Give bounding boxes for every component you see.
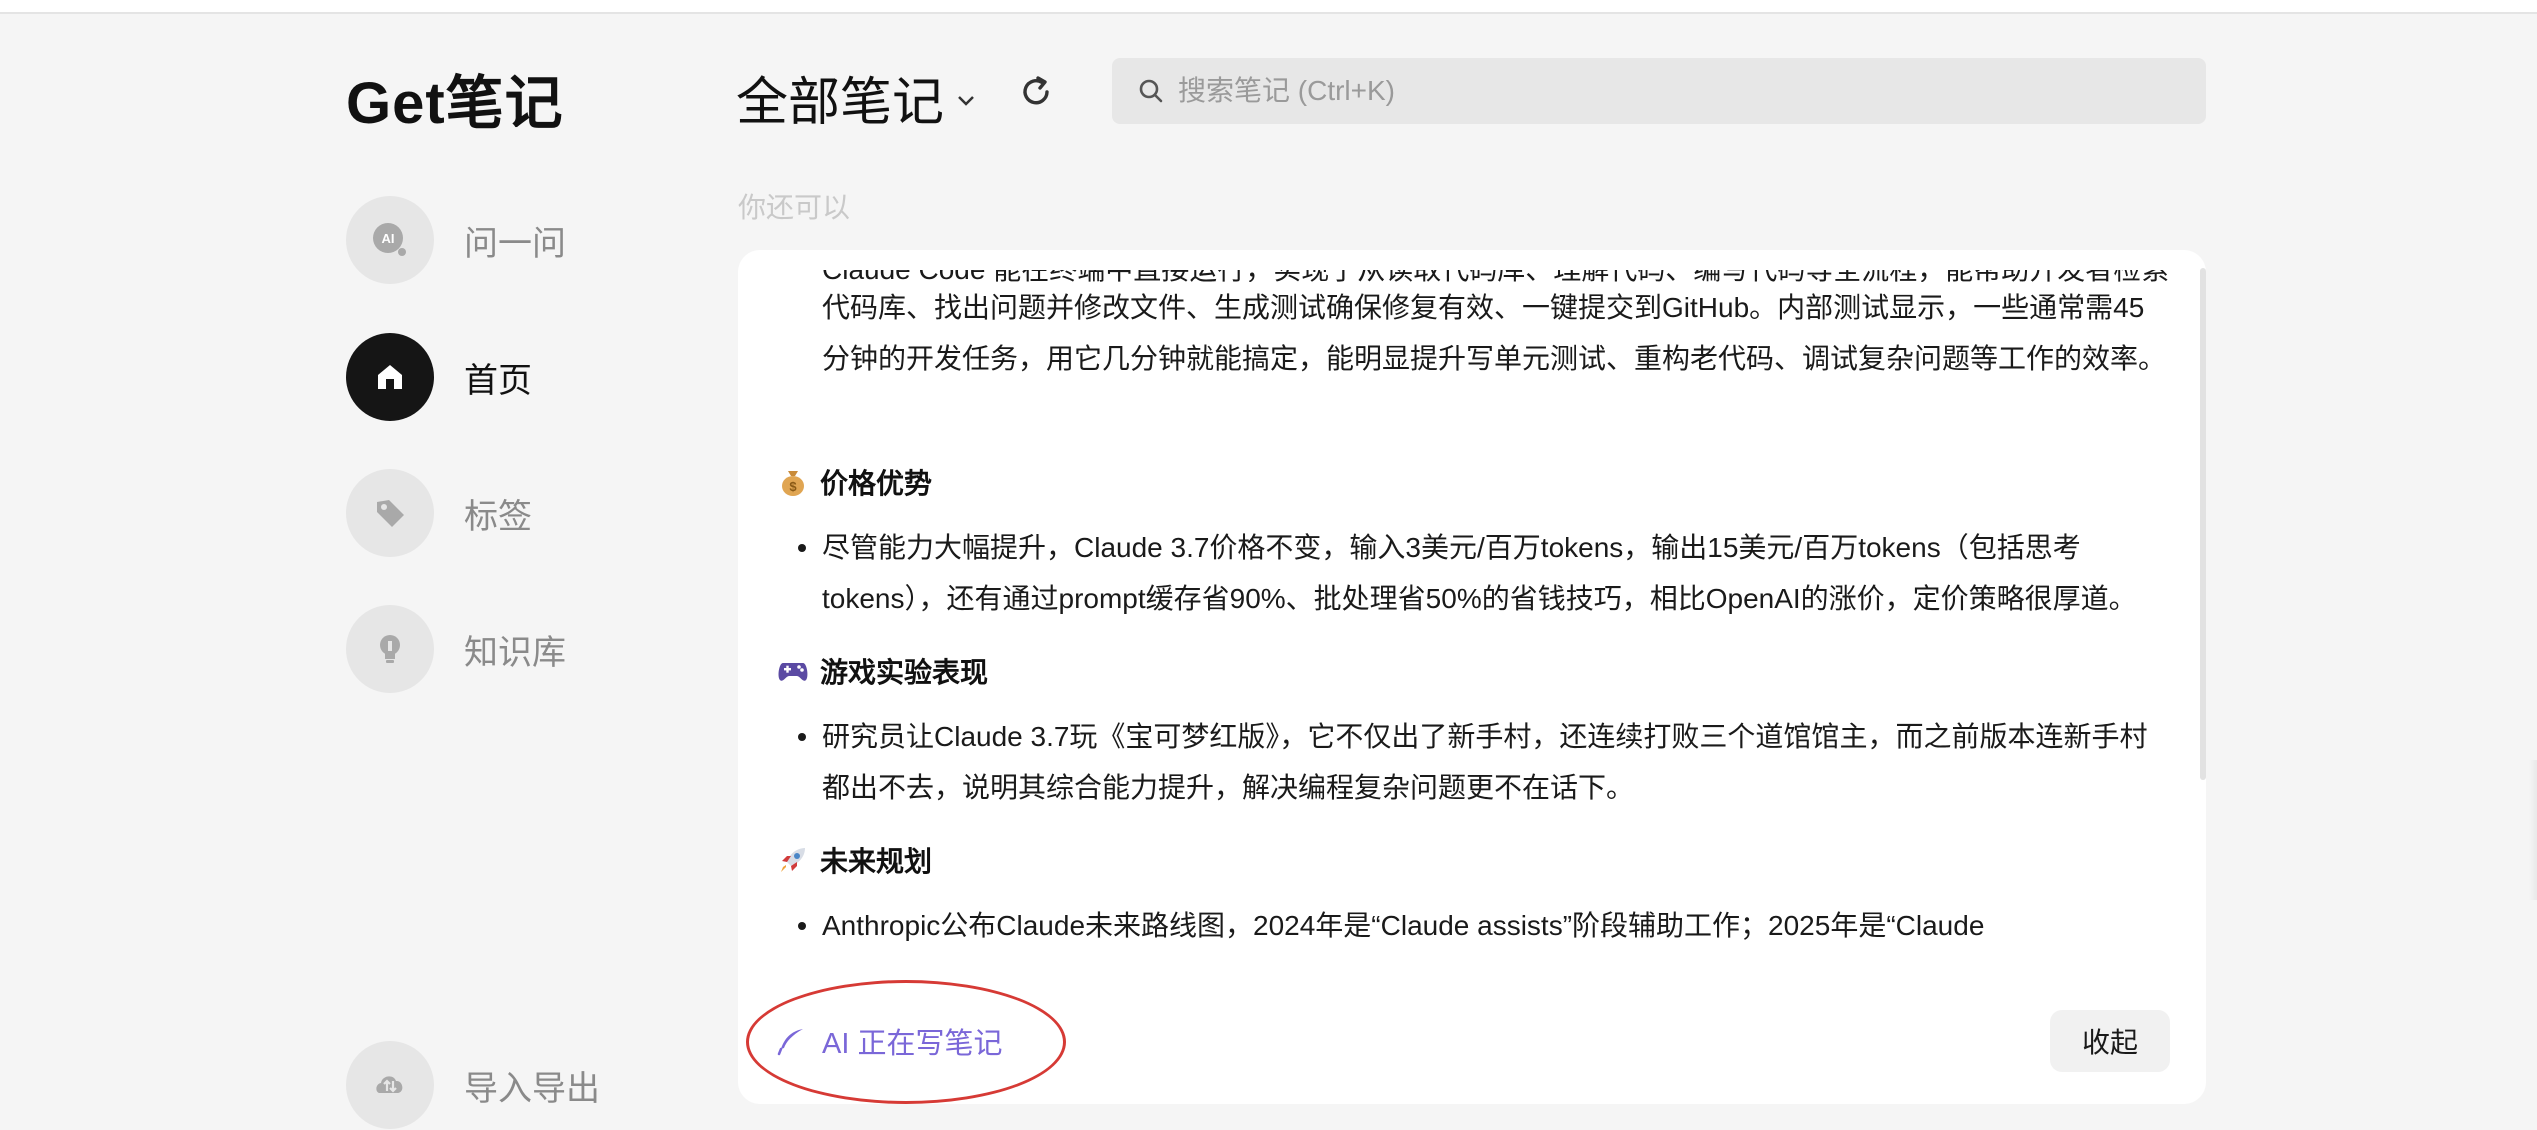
- search-icon: [1139, 79, 1163, 103]
- sidebar-item-tags[interactable]: 标签: [346, 468, 532, 558]
- cut-off-line: Claude Code 能在终端中直接运行，实现了从读取代码库、理解代码、编写代…: [822, 270, 2178, 282]
- section-heading: $ 价格优势: [776, 462, 932, 502]
- sidebar-item-label: 首页: [464, 361, 532, 400]
- ai-status-text: AI 正在写笔记: [822, 1028, 1003, 1060]
- refresh-icon[interactable]: [1014, 70, 1058, 114]
- hint-text: 你还可以: [738, 192, 851, 223]
- quill-pen-icon: [777, 1029, 803, 1056]
- note-paragraph: 代码库、找出问题并修改文件、生成测试确保修复有效、一键提交到GitHub。内部测…: [822, 292, 2167, 374]
- sidebar-item-knowledge[interactable]: 知识库: [346, 604, 566, 694]
- chevron-down-icon: [958, 95, 974, 106]
- search-input[interactable]: [1178, 75, 2138, 107]
- list-item: 研究员让Claude 3.7玩《宝可梦红版》，它不仅出了新手村，还连续打败三个道…: [798, 711, 2168, 813]
- import-export-icon: [346, 1041, 434, 1129]
- search-bar[interactable]: [1112, 58, 2206, 124]
- app-logo[interactable]: Get笔记: [346, 56, 564, 140]
- lightbulb-icon: [346, 605, 434, 693]
- sidebar-item-label: 标签: [464, 497, 532, 536]
- note-card: Claude Code 能在终端中直接运行，实现了从读取代码库、理解代码、编写代…: [738, 250, 2206, 1104]
- money-bag-icon: $: [776, 465, 810, 499]
- list-item: 尽管能力大幅提升，Claude 3.7价格不变，输入3美元/百万tokens，输…: [798, 522, 2168, 624]
- view-selector[interactable]: 全部笔记: [736, 60, 978, 135]
- note-content: Claude Code 能在终端中直接运行，实现了从读取代码库、理解代码、编写代…: [738, 250, 2206, 955]
- game-controller-icon: [776, 654, 810, 688]
- edge-shadow: [2529, 760, 2537, 900]
- sidebar-item-label: 知识库: [464, 633, 566, 672]
- sidebar-item-import-export[interactable]: 导入导出: [346, 1040, 600, 1130]
- sidebar-item-ask[interactable]: AI 问一问: [346, 195, 566, 285]
- section-heading: 未来规划: [776, 840, 932, 880]
- view-title: 全部笔记: [736, 74, 945, 132]
- svg-text:AI: AI: [382, 231, 395, 246]
- top-border: [0, 0, 2537, 14]
- svg-text:$: $: [789, 479, 797, 494]
- scrollbar[interactable]: [2200, 268, 2206, 780]
- list-item: Anthropic公布Claude未来路线图，2024年是“Claude ass…: [798, 900, 2168, 951]
- sidebar-item-label: 导入导出: [464, 1069, 600, 1108]
- sidebar-item-home[interactable]: 首页: [346, 332, 532, 422]
- ai-chat-icon: AI: [346, 196, 434, 284]
- home-icon: [346, 333, 434, 421]
- tag-icon: [346, 469, 434, 557]
- sidebar-item-label: 问一问: [464, 224, 566, 263]
- collapse-button[interactable]: 收起: [2050, 1010, 2170, 1072]
- section-heading: 游戏实验表现: [776, 651, 988, 691]
- ai-writing-status: AI 正在写笔记: [776, 1020, 1002, 1062]
- rocket-icon: [776, 843, 810, 877]
